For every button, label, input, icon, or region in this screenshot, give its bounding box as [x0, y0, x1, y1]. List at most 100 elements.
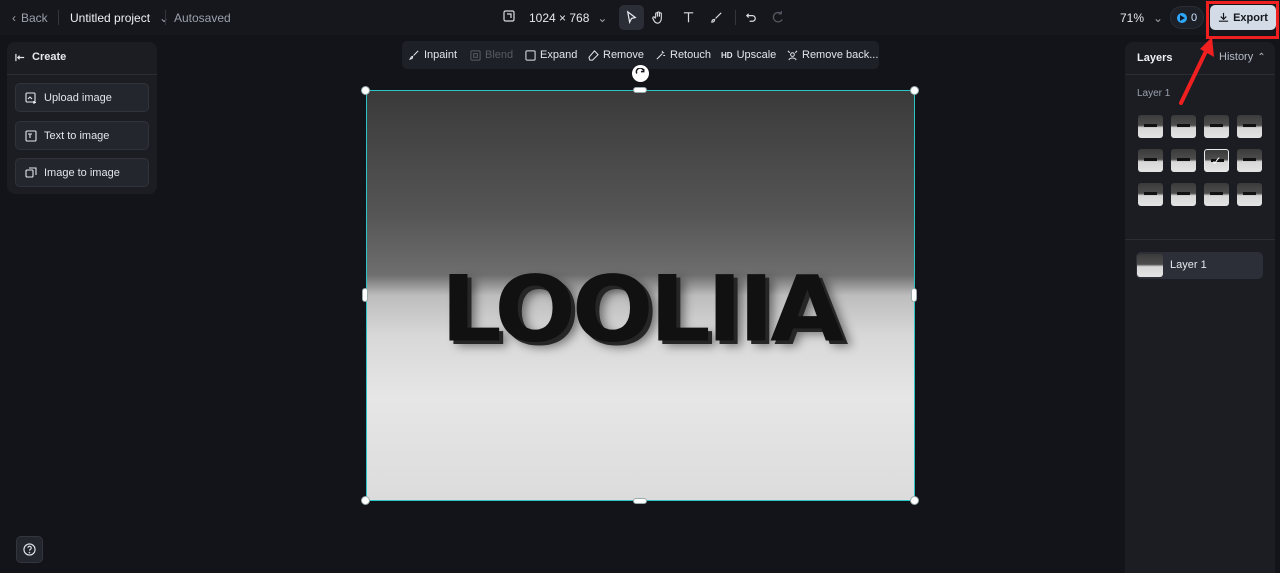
text-to-image-icon	[25, 129, 37, 142]
brush-tool[interactable]	[704, 5, 729, 30]
layer-name: Layer 1	[1170, 259, 1207, 271]
variation-thumbnail[interactable]: ✓	[1204, 149, 1229, 172]
text-icon	[683, 12, 694, 23]
credits-count: 0	[1190, 11, 1198, 24]
variation-thumbnail[interactable]	[1237, 115, 1262, 138]
layer-group-label: Layer 1	[1137, 88, 1171, 99]
retouch-icon	[656, 50, 666, 60]
project-name: Untitled project	[70, 10, 151, 25]
credits-badge[interactable]: 0	[1170, 6, 1204, 29]
text-tool[interactable]	[676, 5, 701, 30]
resize-handle-bottom[interactable]	[633, 498, 647, 504]
variation-thumbnail[interactable]	[1237, 149, 1262, 172]
cursor-icon	[626, 10, 637, 25]
layer-thumbnail	[1137, 254, 1163, 277]
variation-thumbnail[interactable]	[1138, 115, 1163, 138]
canvas-image[interactable]: LOOLIIA	[366, 90, 915, 501]
upscale-label: Upscale	[736, 49, 777, 61]
resize-handle-bottom-left[interactable]	[361, 496, 370, 505]
image-to-image-label: Image to image	[44, 166, 120, 179]
inpaint-button[interactable]: Inpaint	[409, 41, 457, 69]
upscale-button[interactable]: HD Upscale	[721, 41, 776, 69]
blend-label: Blend	[485, 49, 514, 61]
hd-icon: HD	[721, 50, 733, 60]
rotate-handle[interactable]	[632, 65, 649, 82]
layer-item[interactable]: Layer 1	[1136, 252, 1263, 279]
export-button[interactable]: Export	[1210, 5, 1276, 30]
help-icon	[23, 543, 36, 556]
resize-handle-top[interactable]	[633, 87, 647, 93]
variation-thumbnail[interactable]	[1171, 149, 1196, 172]
resize-handle-left[interactable]	[362, 288, 368, 302]
history-label: History	[1219, 51, 1254, 63]
text-to-image-label: Text to image	[44, 129, 110, 142]
upload-image-button[interactable]: Upload image	[15, 83, 149, 112]
variation-thumbnail[interactable]	[1171, 115, 1196, 138]
zoom-level: 71%	[1120, 10, 1145, 25]
remove-button[interactable]: Remove	[588, 41, 644, 69]
annotation-arrow-icon	[1179, 37, 1214, 105]
resize-handle-right[interactable]	[911, 288, 917, 302]
expand-button[interactable]: Expand	[525, 41, 577, 69]
create-panel-title: Create	[32, 51, 67, 63]
divider	[735, 10, 736, 25]
redo-button[interactable]	[766, 5, 791, 30]
layers-title[interactable]: Layers	[1137, 52, 1172, 64]
variation-thumbnail[interactable]	[1204, 115, 1229, 138]
divider	[7, 74, 157, 75]
text-to-image-button[interactable]: Text to image	[15, 121, 149, 150]
variation-thumbnail[interactable]	[1204, 183, 1229, 206]
divider	[1125, 239, 1275, 240]
variation-thumbnail[interactable]	[1237, 183, 1262, 206]
remove-background-label: Remove back...	[802, 49, 879, 61]
image-to-image-icon	[25, 166, 37, 178]
blend-icon	[470, 49, 481, 61]
upload-image-label: Upload image	[44, 91, 112, 104]
select-tool[interactable]	[619, 5, 644, 30]
retouch-button[interactable]: Retouch	[655, 41, 711, 69]
canvas-size-dropdown[interactable]: 1024 × 768 ⌄	[503, 0, 607, 35]
create-panel-header[interactable]: Create	[15, 51, 66, 63]
chevron-down-icon: ⌄	[597, 10, 608, 25]
collapse-left-icon	[15, 53, 25, 61]
remove-background-button[interactable]: Remove back...	[787, 41, 878, 69]
download-icon	[1218, 12, 1229, 22]
resize-handle-top-left[interactable]	[361, 86, 370, 95]
rotate-icon	[635, 68, 645, 74]
variation-thumbnail[interactable]	[1138, 149, 1163, 172]
check-icon: ✓	[1211, 153, 1222, 168]
inpaint-label: Inpaint	[424, 49, 458, 61]
history-tab[interactable]: History ⌃	[1219, 51, 1266, 63]
zoom-dropdown[interactable]: 71% ⌄	[1120, 0, 1163, 35]
variation-thumbnail[interactable]	[1138, 183, 1163, 206]
back-button[interactable]: ‹ Back	[12, 0, 48, 35]
variation-thumbnail[interactable]	[1171, 183, 1196, 206]
save-status: Autosaved	[174, 10, 231, 25]
help-button[interactable]	[16, 536, 43, 563]
play-icon	[1176, 12, 1187, 23]
inpaint-icon	[409, 50, 419, 60]
expand-label: Expand	[540, 49, 578, 61]
image-to-image-button[interactable]: Image to image	[15, 158, 149, 187]
divider	[165, 10, 166, 25]
hand-icon	[652, 11, 662, 24]
chevron-left-icon: ‹	[12, 10, 16, 25]
undo-button[interactable]	[739, 5, 764, 30]
canvas-size: 1024 × 768	[529, 10, 590, 25]
remove-background-icon	[787, 50, 798, 60]
project-name-dropdown[interactable]: Untitled project ⌄	[70, 0, 169, 35]
retouch-label: Retouch	[670, 49, 711, 61]
blend-button[interactable]: Blend	[470, 41, 513, 69]
chevron-down-icon: ⌄	[1153, 10, 1164, 25]
resize-handle-top-right[interactable]	[910, 86, 919, 95]
hand-tool[interactable]	[646, 5, 671, 30]
image-3d-text: LOOLIIA	[440, 255, 845, 363]
remove-label: Remove	[603, 49, 644, 61]
brush-icon	[711, 12, 722, 23]
expand-icon	[525, 49, 536, 61]
eraser-icon	[588, 49, 599, 61]
upload-image-icon	[25, 91, 36, 104]
resize-handle-bottom-right[interactable]	[910, 496, 919, 505]
chevron-up-icon: ⌃	[1257, 51, 1266, 63]
export-label: Export	[1233, 11, 1268, 24]
